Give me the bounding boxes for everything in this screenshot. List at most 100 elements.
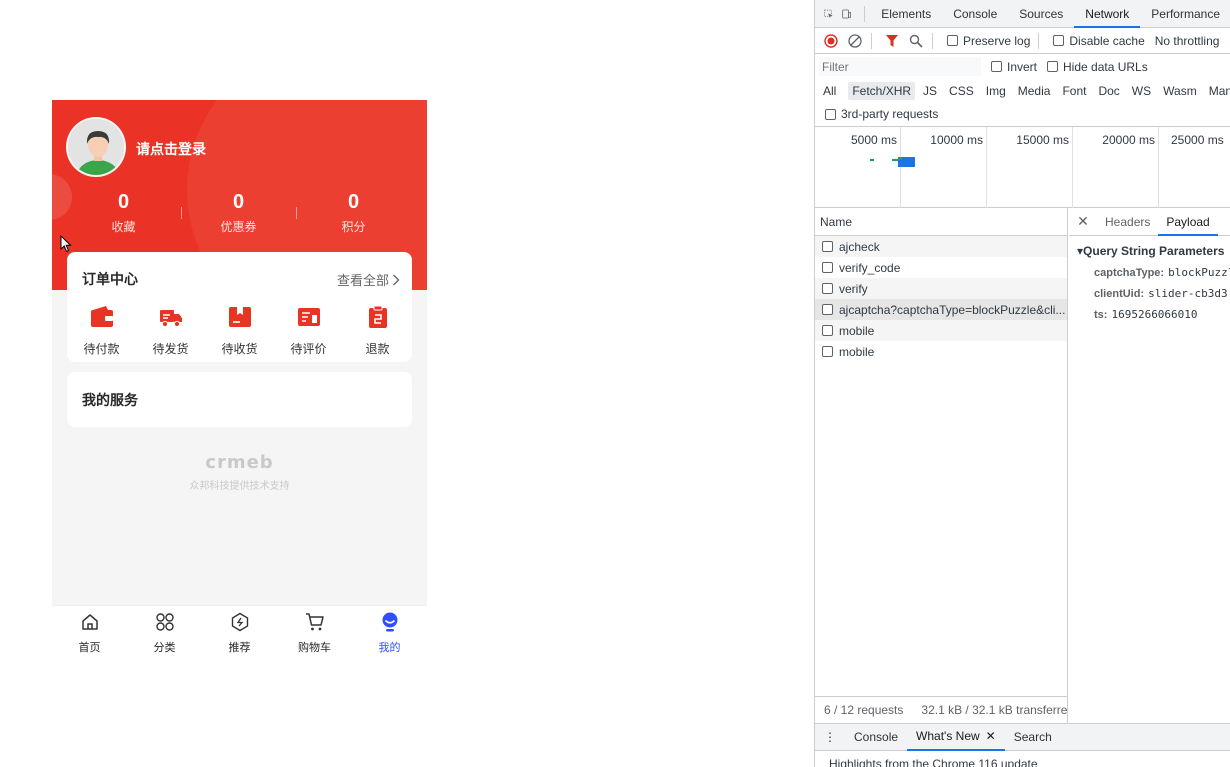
order-pending-receipt[interactable]: 待收货 <box>205 306 274 357</box>
devtools-drawer: ⋮ Console What's New ✕ Search Highlights … <box>815 723 1230 767</box>
record-button[interactable] <box>823 33 839 49</box>
mobile-preview: 请点击登录 0 收藏 0 优惠券 0 积分 订单中心 查看全部 待付款 待发货 … <box>52 100 427 653</box>
drawer-menu-icon[interactable]: ⋮ <box>815 724 845 751</box>
request-list: Name ajcheck verify_code verify ajcaptch… <box>815 208 1068 723</box>
tab-sources[interactable]: Sources <box>1008 0 1074 28</box>
type-img[interactable]: Img <box>982 82 1010 100</box>
checkbox-box <box>822 325 833 336</box>
request-row[interactable]: mobile <box>815 341 1067 362</box>
drawer-tab-label: What's New <box>916 728 980 743</box>
third-party-checkbox[interactable]: 3rd-party requests <box>825 107 938 121</box>
type-font[interactable]: Font <box>1058 82 1090 100</box>
order-refund[interactable]: 退款 <box>343 305 412 357</box>
tab-mine[interactable]: 我的 <box>352 606 427 653</box>
tab-network[interactable]: Network <box>1074 0 1141 28</box>
stat-coupons[interactable]: 0 优惠券 <box>181 190 296 236</box>
type-media[interactable]: Media <box>1014 82 1055 100</box>
query-string-section[interactable]: ▾Query String Parameters <box>1069 244 1230 258</box>
request-row[interactable]: verify_code <box>815 257 1067 278</box>
record-icon <box>824 33 838 48</box>
devtools-tabbar: Elements Console Sources Network Perform… <box>815 0 1230 28</box>
clear-button[interactable] <box>847 33 863 49</box>
order-pending-shipment[interactable]: 待发货 <box>136 306 205 357</box>
request-name: verify <box>839 281 868 296</box>
truck-icon <box>159 310 182 328</box>
order-item-label: 待付款 <box>83 342 120 356</box>
order-center-card: 订单中心 查看全部 待付款 待发货 待收货 待评价 退款 <box>67 252 412 362</box>
close-icon[interactable]: ✕ <box>986 723 996 750</box>
request-name: mobile <box>839 323 875 338</box>
type-manifest[interactable]: Manifest <box>1205 82 1230 100</box>
review-icon <box>297 308 320 326</box>
type-wasm[interactable]: Wasm <box>1159 82 1201 100</box>
close-icon[interactable]: ✕ <box>1069 213 1097 230</box>
avatar[interactable] <box>66 117 126 177</box>
network-toolbar: Preserve log Disable cache No throttling <box>815 28 1230 54</box>
param-value: blockPuzzle <box>1168 266 1230 279</box>
divider <box>863 5 865 22</box>
type-all[interactable]: All <box>819 82 840 100</box>
stat-value: 0 <box>347 191 360 213</box>
inspect-element-icon[interactable] <box>824 7 833 21</box>
order-pending-payment[interactable]: 待付款 <box>67 306 136 357</box>
checkbox-label: 3rd-party requests <box>841 107 939 121</box>
timeline-request-bar <box>898 157 902 160</box>
drawer-tab-whats-new[interactable]: What's New ✕ <box>907 724 1005 751</box>
stat-value: 0 <box>117 191 130 213</box>
checkbox-box <box>1047 61 1059 72</box>
tab-performance[interactable]: Performance <box>1140 0 1230 28</box>
order-pending-review[interactable]: 待评价 <box>274 306 343 357</box>
avatar-icon <box>68 119 124 175</box>
home-icon <box>81 614 98 630</box>
tab-elements[interactable]: Elements <box>870 0 942 28</box>
my-services-card: 我的服务 <box>67 372 412 427</box>
request-row[interactable]: verify <box>815 278 1067 299</box>
tab-label: 我的 <box>378 642 401 653</box>
device-toolbar-icon[interactable] <box>842 7 852 21</box>
type-js[interactable]: JS <box>919 82 941 100</box>
whats-new-text: Highlights from the Chrome 116 update <box>829 757 1038 767</box>
crmeb-logo: crmeb <box>205 452 274 473</box>
tab-home[interactable]: 首页 <box>52 606 127 653</box>
login-prompt[interactable]: 请点击登录 <box>136 139 206 159</box>
filter-row: Invert Hide data URLs <box>815 54 1230 79</box>
view-all-orders-link[interactable]: 查看全部 <box>337 270 400 289</box>
checkbox-label: Disable cache <box>1069 33 1145 48</box>
type-css[interactable]: CSS <box>945 82 978 100</box>
invert-checkbox[interactable]: Invert <box>991 60 1037 74</box>
name-column-header[interactable]: Name <box>815 208 1067 236</box>
throttling-select[interactable]: No throttling <box>1155 34 1220 48</box>
search-button[interactable] <box>908 33 924 49</box>
type-fetch-xhr[interactable]: Fetch/XHR <box>848 81 916 100</box>
tab-cart[interactable]: 购物车 <box>277 606 352 653</box>
checkbox-label: Preserve log <box>963 33 1031 48</box>
type-ws[interactable]: WS <box>1128 82 1155 100</box>
tab-label: 推荐 <box>228 642 251 653</box>
timeline-label: 15000 ms <box>1016 133 1069 147</box>
stat-points[interactable]: 0 积分 <box>296 190 411 236</box>
filter-button[interactable] <box>884 33 900 49</box>
tab-console[interactable]: Console <box>942 0 1008 28</box>
request-row[interactable]: mobile <box>815 320 1067 341</box>
request-row-selected[interactable]: ajcaptcha?captchaType=blockPuzzle&cli... <box>815 299 1067 320</box>
preserve-log-checkbox[interactable]: Preserve log <box>947 34 1030 48</box>
request-row[interactable]: ajcheck <box>815 236 1067 257</box>
tab-recommend[interactable]: 推荐 <box>202 606 277 653</box>
network-overview-timeline[interactable]: 5000 ms 10000 ms 15000 ms 20000 ms 25000… <box>815 126 1230 208</box>
drawer-tab-search[interactable]: Search <box>1005 724 1061 751</box>
hide-data-urls-checkbox[interactable]: Hide data URLs <box>1047 60 1148 74</box>
tab-headers[interactable]: Headers <box>1097 208 1158 236</box>
type-doc[interactable]: Doc <box>1094 82 1123 100</box>
checkbox-box <box>822 283 833 294</box>
disable-cache-checkbox[interactable]: Disable cache <box>1053 33 1145 48</box>
checkbox-label: Invert <box>1007 59 1038 74</box>
tab-payload[interactable]: Payload <box>1158 208 1218 236</box>
checkbox-box <box>991 61 1002 72</box>
query-param: clientUid: slider-cb3d3 <box>1069 287 1230 300</box>
tab-category[interactable]: 分类 <box>127 606 202 653</box>
drawer-tab-console[interactable]: Console <box>845 724 907 751</box>
stat-favorites[interactable]: 0 收藏 <box>66 190 181 236</box>
filter-input[interactable] <box>819 57 981 76</box>
search-icon <box>909 34 923 48</box>
param-value: slider-cb3d3 <box>1148 287 1228 300</box>
